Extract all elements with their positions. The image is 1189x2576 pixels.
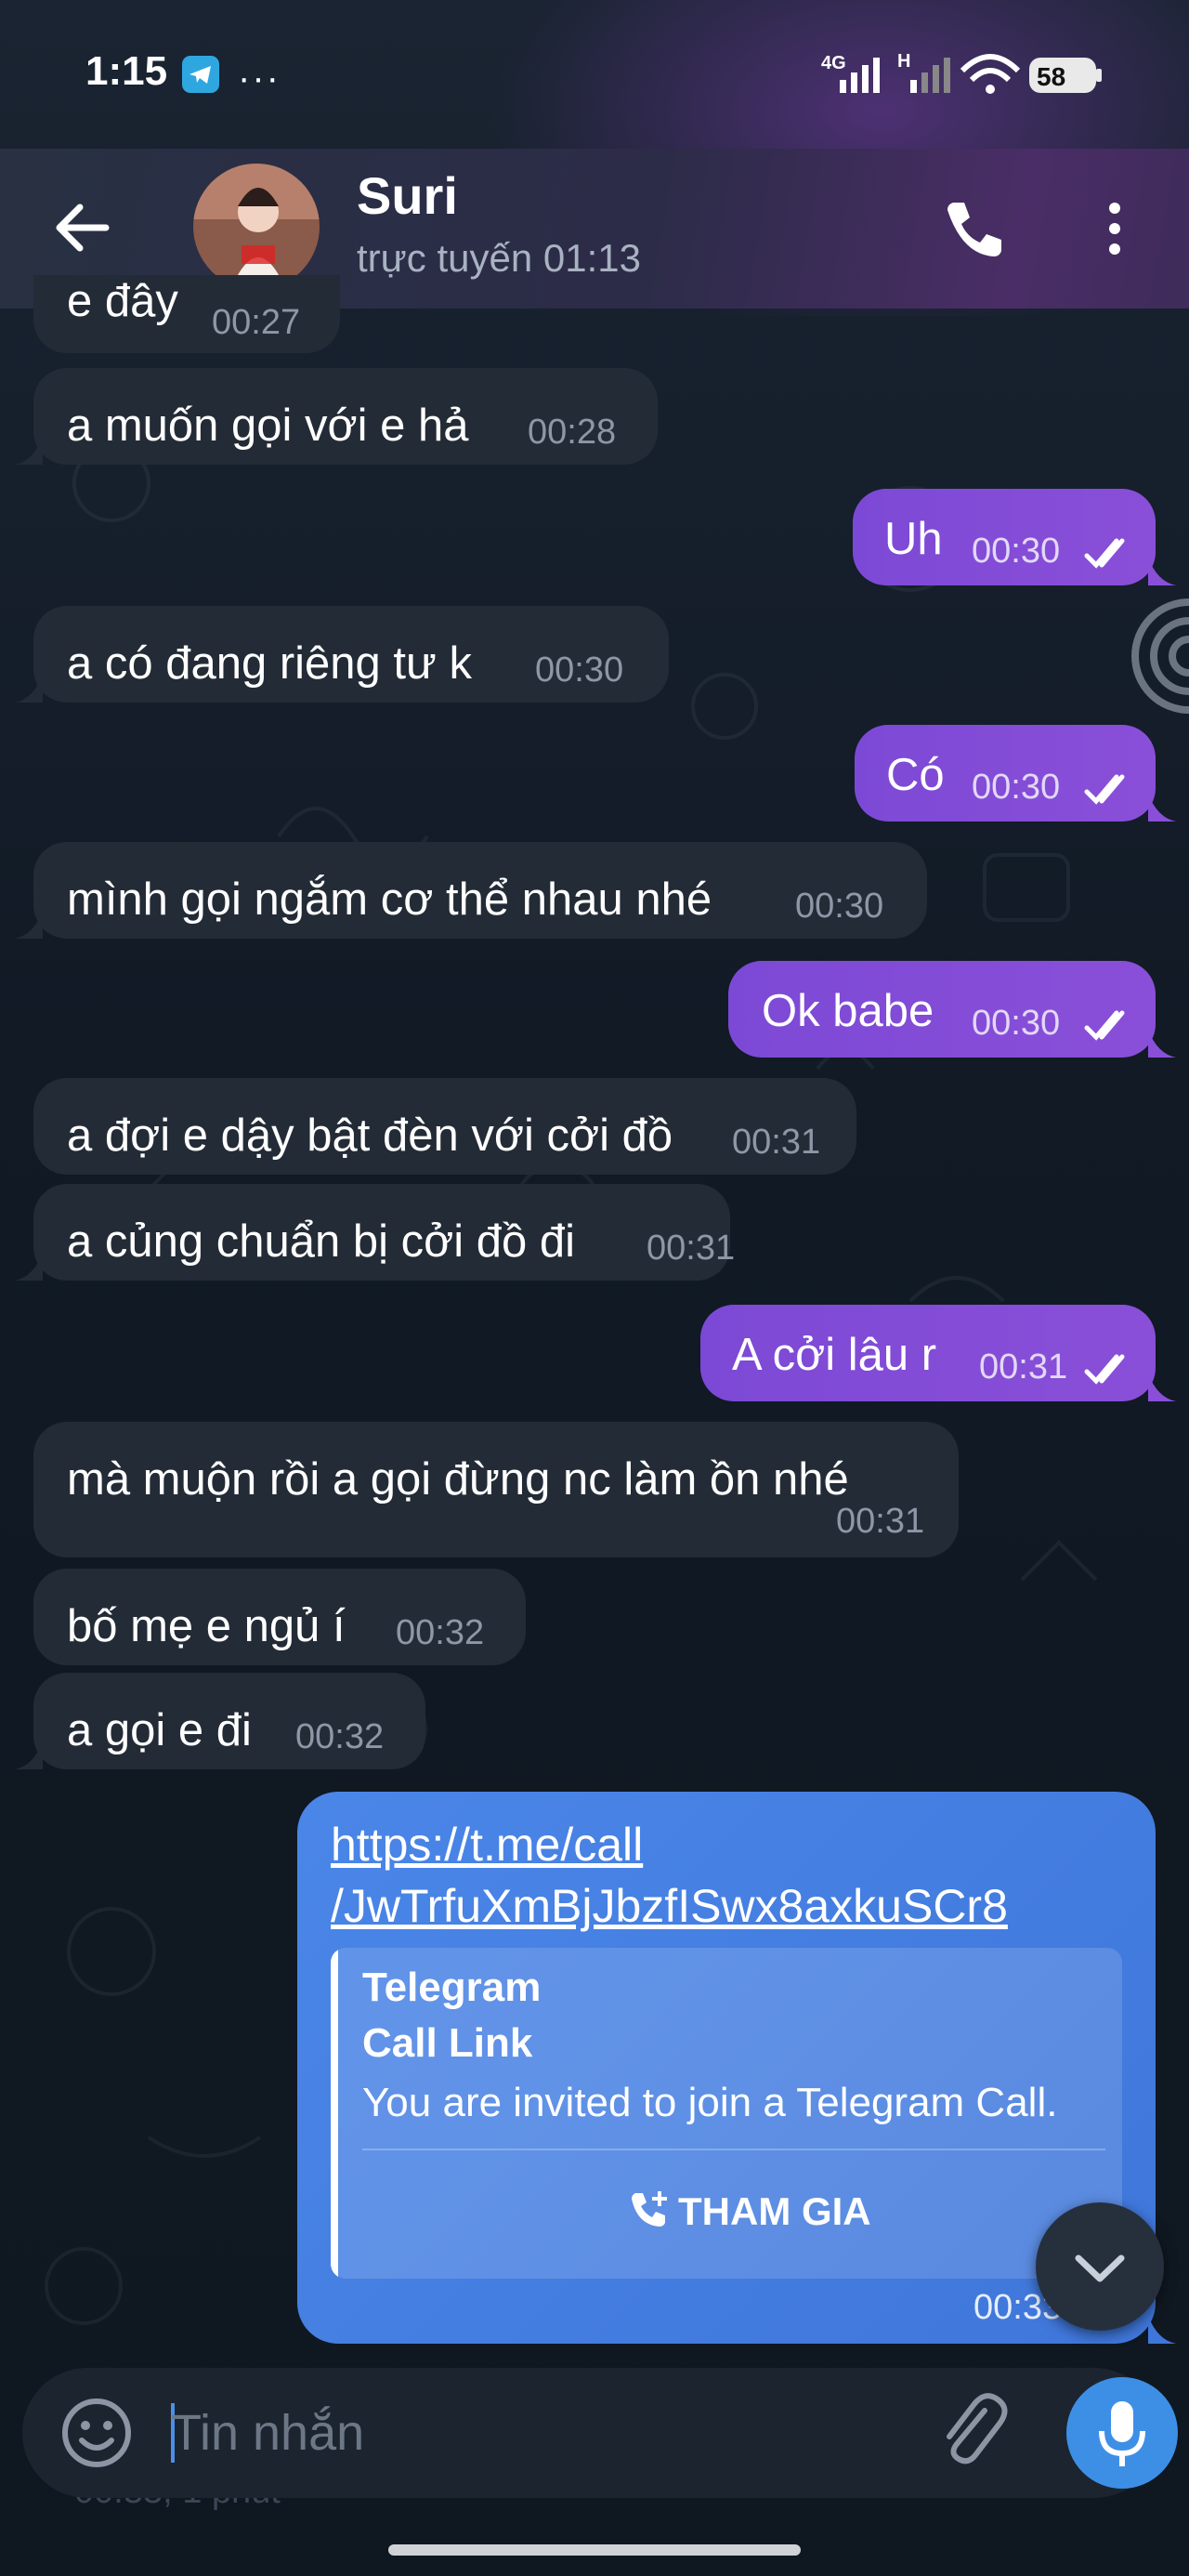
home-indicator[interactable] <box>388 2544 801 2556</box>
chevron-down-icon <box>1075 2254 1125 2282</box>
message-bubble-incoming[interactable]: a có đang riêng tư k 00:30 <box>33 606 669 703</box>
back-arrow-icon[interactable] <box>45 191 119 265</box>
bubble-tail <box>1148 1030 1176 1058</box>
bubble-tail <box>15 1741 43 1769</box>
message-text: a gọi e đi <box>67 1705 252 1755</box>
message-bubble-incoming[interactable]: a muốn gọi với e hả 00:28 <box>33 368 658 465</box>
message-text: a có đang riêng tư k <box>67 638 472 689</box>
message-bubble-outgoing[interactable]: Có 00:30 <box>855 725 1156 821</box>
phone-icon[interactable] <box>933 191 1007 266</box>
message-time: 00:30 <box>972 768 1061 807</box>
message-time: 00:30 <box>972 532 1061 571</box>
contact-status: trực tuyến 01:13 <box>357 236 641 280</box>
contact-name[interactable]: Suri <box>357 165 458 226</box>
preview-divider <box>362 2149 1105 2150</box>
join-call-label: THAM GIA <box>678 2189 871 2233</box>
more-vert-icon[interactable] <box>1096 191 1133 266</box>
bubble-tail <box>1148 1373 1176 1401</box>
message-bubble-outgoing[interactable]: A cởi lâu r 00:31 <box>700 1305 1156 1401</box>
message-text: e đây <box>67 276 178 326</box>
telegram-icon <box>182 56 219 93</box>
status-time: 1:15 <box>85 48 168 94</box>
attach-icon[interactable] <box>929 2390 1014 2476</box>
message-bubble-incoming[interactable]: a đợi e dậy bật đèn với cởi đồ 00:31 <box>33 1078 856 1175</box>
message-time: 00:27 <box>212 303 301 342</box>
message-text: mà muộn rồi a gọi đừng nc làm ồn nhé <box>67 1454 849 1505</box>
message-time: 00:32 <box>396 1613 485 1652</box>
signal-icons: 4G H 58 <box>821 51 1102 94</box>
join-call-button[interactable]: THAM GIA <box>362 2152 1105 2264</box>
message-time: 00:31 <box>732 1123 821 1162</box>
network-h-label: H <box>897 51 910 72</box>
read-checkmarks-icon <box>1084 774 1125 805</box>
message-bubble-outgoing[interactable]: Ok babe 00:30 <box>728 961 1156 1058</box>
call-link-line2[interactable]: /JwTrfuXmBjJbzfISwx8axkuSCr8 <box>331 1875 1008 1937</box>
call-link[interactable]: https://t.me/call /JwTrfuXmBjJbzfISwx8ax… <box>331 1814 1008 1937</box>
message-text: mình gọi ngắm cơ thể nhau nhé <box>67 874 712 925</box>
network-4g-label: 4G <box>821 53 846 73</box>
message-bubble-outgoing-link[interactable]: https://t.me/call /JwTrfuXmBjJbzfISwx8ax… <box>297 1792 1156 2344</box>
message-bubble-incoming[interactable]: mình gọi ngắm cơ thể nhau nhé 00:30 <box>33 842 927 939</box>
message-text: A cởi lâu r <box>732 1330 937 1380</box>
message-bubble-incoming[interactable]: a củng chuẩn bị cởi đồ đi 00:31 <box>33 1184 735 1281</box>
scroll-to-bottom-button[interactable] <box>1036 2202 1164 2331</box>
bubble-tail <box>15 911 43 939</box>
bubble-tail <box>15 1253 43 1281</box>
bubble-tail <box>1148 558 1176 585</box>
message-time: 00:30 <box>795 887 884 926</box>
message-bubble-outgoing[interactable]: Uh 00:30 <box>853 489 1156 585</box>
add-call-icon <box>632 2191 667 2227</box>
read-checkmarks-icon <box>1084 1354 1125 1385</box>
message-bubble-incoming[interactable]: e đây 00:27 <box>33 275 340 353</box>
bubble-tail <box>15 437 43 465</box>
message-time: 00:30 <box>972 1004 1061 1043</box>
message-bubble-incoming[interactable]: mà muộn rồi a gọi đừng nc làm ồn nhé 00:… <box>33 1422 959 1557</box>
message-time: 00:31 <box>836 1502 925 1541</box>
message-time: 00:30 <box>535 651 624 690</box>
mic-icon <box>1099 2401 1145 2466</box>
message-bubble-incoming[interactable]: a gọi e đi 00:32 <box>33 1673 425 1769</box>
message-time: 00:28 <box>528 413 617 452</box>
message-text: a muốn gọi với e hả <box>67 401 469 451</box>
message-text: Ok babe <box>762 986 934 1036</box>
bubble-tail <box>15 675 43 703</box>
read-checkmarks-icon <box>1084 538 1125 569</box>
avatar[interactable] <box>193 164 320 290</box>
call-link-line1[interactable]: https://t.me/call <box>331 1814 1008 1875</box>
preview-accent-bar <box>331 1948 338 2279</box>
preview-description: You are invited to join a Telegram Call. <box>362 2080 1058 2125</box>
message-text: Có <box>886 750 945 800</box>
message-text: a củng chuẩn bị cởi đồ đi <box>67 1216 575 1267</box>
message-bubble-incoming[interactable]: bố mẹ e ngủ í 00:32 <box>33 1569 526 1665</box>
message-text: a đợi e dậy bật đèn với cởi đồ <box>67 1111 673 1161</box>
more-notifications-icon: ··· <box>238 58 281 99</box>
message-input[interactable] <box>171 2396 914 2470</box>
voice-record-button[interactable] <box>1066 2377 1178 2489</box>
message-text: Uh <box>884 514 943 564</box>
battery-level: 58 <box>1037 62 1065 91</box>
message-composer <box>22 2368 1178 2498</box>
message-text: bố mẹ e ngủ í <box>67 1601 346 1651</box>
message-time: 00:31 <box>647 1229 736 1268</box>
preview-site-name: Telegram <box>362 1965 542 2010</box>
edge-gesture-icon <box>1131 598 1189 714</box>
preview-title: Call Link <box>362 2020 533 2066</box>
emoji-icon[interactable] <box>59 2396 134 2470</box>
message-time: 00:32 <box>295 1717 385 1756</box>
link-preview-card[interactable]: Telegram Call Link You are invited to jo… <box>331 1948 1122 2279</box>
read-checkmarks-icon <box>1084 1010 1125 1041</box>
message-time: 00:31 <box>979 1347 1068 1387</box>
status-bar: 1:15 ··· 4G H 58 <box>0 0 1189 149</box>
bubble-tail <box>1148 794 1176 821</box>
